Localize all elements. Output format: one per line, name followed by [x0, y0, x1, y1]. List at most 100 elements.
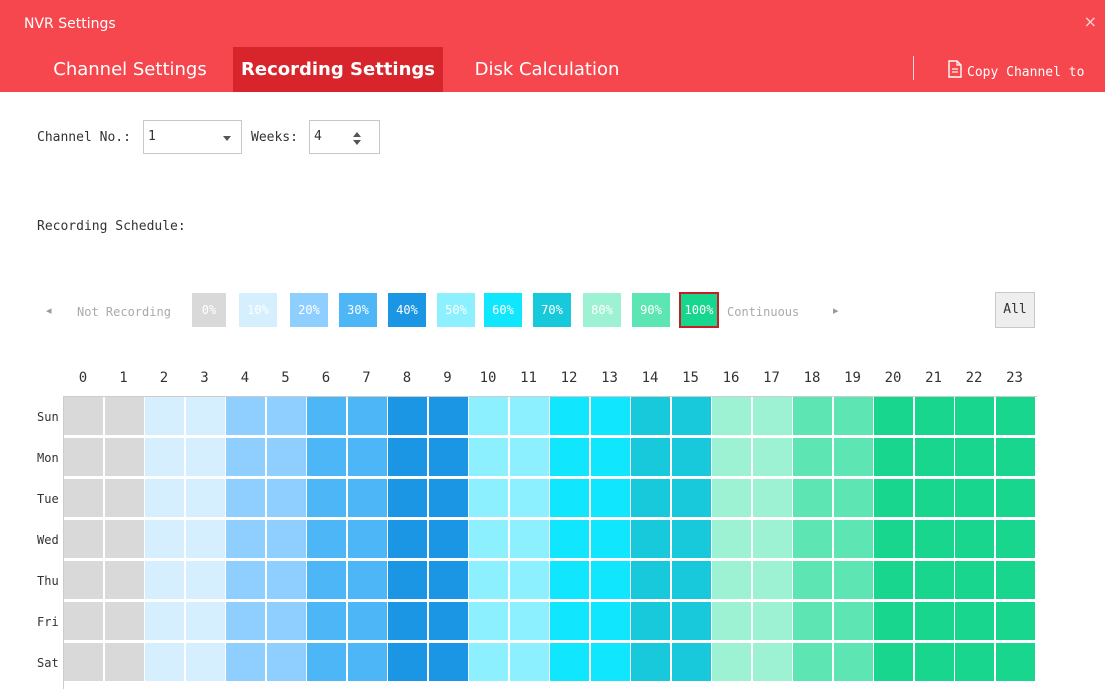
schedule-cell[interactable]: [955, 602, 994, 640]
schedule-cell[interactable]: [347, 643, 387, 681]
schedule-cell[interactable]: [469, 602, 508, 640]
schedule-cell[interactable]: [914, 397, 954, 435]
level-swatch[interactable]: 50%: [436, 292, 476, 328]
schedule-cell[interactable]: [388, 520, 427, 558]
schedule-cell[interactable]: [995, 520, 1035, 558]
schedule-cell[interactable]: [914, 643, 954, 681]
level-swatch[interactable]: 60%: [483, 292, 523, 328]
schedule-cell[interactable]: [185, 397, 225, 435]
schedule-cell[interactable]: [145, 643, 184, 681]
schedule-cell[interactable]: [104, 438, 144, 476]
schedule-cell[interactable]: [631, 643, 670, 681]
schedule-cell[interactable]: [266, 561, 306, 599]
schedule-cell[interactable]: [509, 438, 549, 476]
schedule-cell[interactable]: [266, 397, 306, 435]
schedule-cell[interactable]: [226, 643, 265, 681]
schedule-cell[interactable]: [671, 643, 711, 681]
schedule-cell[interactable]: [64, 397, 103, 435]
schedule-cell[interactable]: [307, 479, 346, 517]
schedule-cell[interactable]: [469, 438, 508, 476]
schedule-cell[interactable]: [266, 479, 306, 517]
schedule-cell[interactable]: [995, 397, 1035, 435]
schedule-cell[interactable]: [874, 561, 913, 599]
schedule-grid[interactable]: [63, 396, 1037, 689]
schedule-cell[interactable]: [509, 479, 549, 517]
schedule-cell[interactable]: [388, 643, 427, 681]
schedule-cell[interactable]: [590, 602, 630, 640]
tab-disk-calculation[interactable]: Disk Calculation: [452, 47, 642, 92]
schedule-cell[interactable]: [833, 602, 873, 640]
schedule-cell[interactable]: [347, 397, 387, 435]
schedule-cell[interactable]: [955, 520, 994, 558]
schedule-cell[interactable]: [469, 479, 508, 517]
schedule-cell[interactable]: [388, 438, 427, 476]
schedule-cell[interactable]: [590, 520, 630, 558]
tab-recording-settings[interactable]: Recording Settings: [233, 47, 443, 92]
schedule-cell[interactable]: [307, 438, 346, 476]
schedule-cell[interactable]: [226, 520, 265, 558]
schedule-cell[interactable]: [509, 520, 549, 558]
schedule-cell[interactable]: [347, 561, 387, 599]
schedule-cell[interactable]: [793, 561, 832, 599]
legend-prev-icon[interactable]: ◂: [46, 304, 52, 317]
schedule-cell[interactable]: [833, 520, 873, 558]
schedule-cell[interactable]: [64, 520, 103, 558]
schedule-cell[interactable]: [793, 397, 832, 435]
schedule-cell[interactable]: [64, 438, 103, 476]
level-swatch[interactable]: 0%: [191, 292, 227, 328]
schedule-cell[interactable]: [833, 479, 873, 517]
schedule-cell[interactable]: [388, 602, 427, 640]
schedule-cell[interactable]: [955, 438, 994, 476]
level-swatch[interactable]: 10%: [238, 292, 278, 328]
schedule-cell[interactable]: [914, 479, 954, 517]
tab-channel-settings[interactable]: Channel Settings: [36, 47, 224, 92]
schedule-cell[interactable]: [590, 561, 630, 599]
schedule-cell[interactable]: [469, 561, 508, 599]
schedule-cell[interactable]: [833, 561, 873, 599]
schedule-cell[interactable]: [145, 520, 184, 558]
schedule-cell[interactable]: [631, 397, 670, 435]
schedule-cell[interactable]: [631, 602, 670, 640]
schedule-cell[interactable]: [64, 479, 103, 517]
level-swatch[interactable]: 30%: [338, 292, 378, 328]
schedule-cell[interactable]: [671, 602, 711, 640]
schedule-cell[interactable]: [509, 643, 549, 681]
schedule-cell[interactable]: [64, 602, 103, 640]
schedule-cell[interactable]: [469, 643, 508, 681]
schedule-cell[interactable]: [833, 397, 873, 435]
schedule-cell[interactable]: [428, 561, 468, 599]
schedule-cell[interactable]: [914, 561, 954, 599]
schedule-cell[interactable]: [307, 397, 346, 435]
schedule-cell[interactable]: [550, 561, 589, 599]
level-swatch[interactable]: 40%: [387, 292, 427, 328]
schedule-cell[interactable]: [631, 520, 670, 558]
schedule-cell[interactable]: [833, 643, 873, 681]
schedule-cell[interactable]: [226, 438, 265, 476]
schedule-cell[interactable]: [752, 397, 792, 435]
schedule-cell[interactable]: [995, 561, 1035, 599]
schedule-cell[interactable]: [226, 397, 265, 435]
schedule-cell[interactable]: [104, 520, 144, 558]
schedule-cell[interactable]: [226, 602, 265, 640]
schedule-cell[interactable]: [874, 479, 913, 517]
schedule-cell[interactable]: [185, 520, 225, 558]
schedule-cell[interactable]: [590, 479, 630, 517]
schedule-cell[interactable]: [428, 479, 468, 517]
schedule-cell[interactable]: [185, 643, 225, 681]
schedule-cell[interactable]: [833, 438, 873, 476]
schedule-cell[interactable]: [145, 479, 184, 517]
schedule-cell[interactable]: [712, 479, 751, 517]
schedule-cell[interactable]: [428, 520, 468, 558]
schedule-cell[interactable]: [712, 602, 751, 640]
schedule-cell[interactable]: [550, 602, 589, 640]
schedule-cell[interactable]: [590, 643, 630, 681]
schedule-cell[interactable]: [752, 520, 792, 558]
schedule-cell[interactable]: [874, 438, 913, 476]
schedule-cell[interactable]: [307, 643, 346, 681]
schedule-cell[interactable]: [469, 520, 508, 558]
schedule-cell[interactable]: [671, 561, 711, 599]
schedule-cell[interactable]: [550, 438, 589, 476]
spin-down-icon[interactable]: [353, 140, 361, 145]
schedule-cell[interactable]: [104, 643, 144, 681]
schedule-cell[interactable]: [793, 602, 832, 640]
